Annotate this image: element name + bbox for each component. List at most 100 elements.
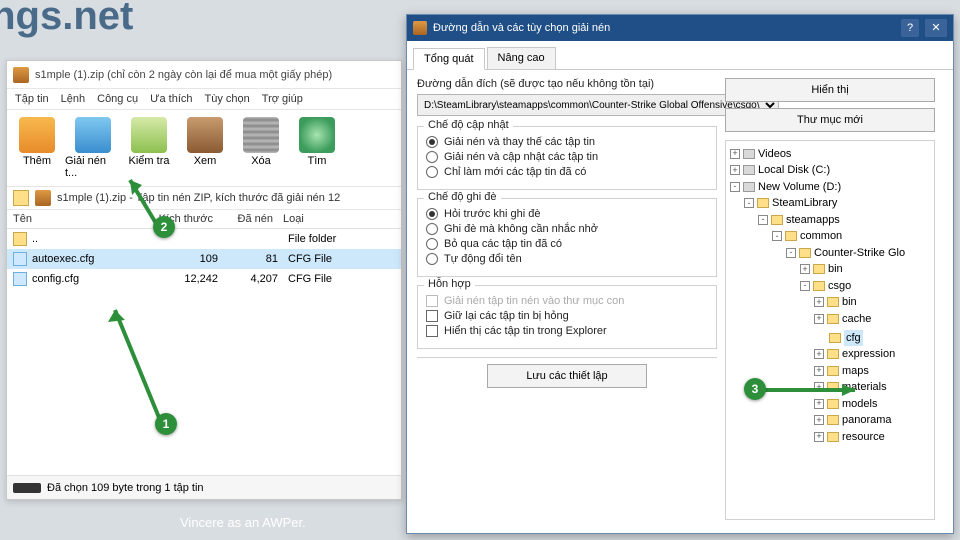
opt-update-update[interactable]: Giải nén và cập nhật các tập tin xyxy=(426,151,708,163)
dialog-right-pane: Hiển thị Thư mục mới + Videos+Local Disk … xyxy=(725,78,935,520)
tree-label: Videos xyxy=(758,146,791,162)
col-packed[interactable]: Đã nén xyxy=(213,213,273,225)
close-button[interactable]: ✕ xyxy=(925,19,947,37)
tree-node[interactable]: cfg xyxy=(728,327,932,346)
menu-commands[interactable]: Lệnh xyxy=(61,93,85,105)
opt-misc-broken[interactable]: Giữ lại các tập tin bị hỏng xyxy=(426,310,708,322)
file-row-autoexec[interactable]: autoexec.cfg 109 81 CFG File xyxy=(7,249,401,269)
folder-tree[interactable]: +Videos+Local Disk (C:)-New Volume (D:)-… xyxy=(725,140,935,520)
expand-icon[interactable]: + xyxy=(800,264,810,274)
tool-find[interactable]: Tìm xyxy=(289,114,345,182)
expand-icon[interactable]: - xyxy=(786,248,796,258)
tree-node[interactable]: + bin xyxy=(728,261,932,278)
tab-general[interactable]: Tổng quát xyxy=(413,48,485,70)
tool-view[interactable]: Xem xyxy=(177,114,233,182)
cell-type: CFG File xyxy=(278,253,395,265)
winrar-title-text: s1mple (1).zip (chỉ còn 2 ngày còn lại đ… xyxy=(35,69,332,81)
opt-over-skip[interactable]: Bỏ qua các tập tin đã có xyxy=(426,238,708,250)
help-button[interactable]: ? xyxy=(901,19,919,37)
badge-2: 2 xyxy=(153,216,175,238)
tree-node[interactable]: -SteamLibrary xyxy=(728,195,932,212)
menu-favorites[interactable]: Ưa thích xyxy=(150,93,192,105)
tool-extract[interactable]: Giải nén t... xyxy=(65,114,121,182)
drive-icon xyxy=(743,149,755,159)
tree-label: panorama xyxy=(842,412,892,428)
folder-icon xyxy=(827,399,839,409)
opt-update-replace[interactable]: Giải nén và thay thế các tập tin xyxy=(426,136,708,148)
tree-node[interactable]: -Counter-Strike Glo xyxy=(728,244,932,261)
menu-help[interactable]: Trợ giúp xyxy=(262,93,303,105)
tree-node[interactable]: +bin xyxy=(728,294,932,311)
save-settings-button[interactable]: Lưu các thiết lập xyxy=(487,364,647,388)
expand-icon[interactable]: - xyxy=(730,182,740,192)
expand-icon[interactable]: + xyxy=(814,415,824,425)
tree-node[interactable]: +expression xyxy=(728,346,932,363)
file-row-parent[interactable]: .. File folder xyxy=(7,229,401,249)
expand-icon[interactable]: - xyxy=(758,215,768,225)
dialog-title: Đường dẫn và các tùy chọn giải nén xyxy=(433,22,610,34)
menu-options[interactable]: Tùy chọn xyxy=(205,93,250,105)
radio-icon xyxy=(426,253,438,265)
radio-icon xyxy=(426,223,438,235)
tree-node[interactable]: -steamapps xyxy=(728,211,932,228)
opt-over-rename[interactable]: Tự động đổi tên xyxy=(426,253,708,265)
tree-node[interactable]: -New Volume (D:) xyxy=(728,178,932,195)
expand-icon[interactable]: + xyxy=(814,366,824,376)
tab-advanced[interactable]: Nâng cao xyxy=(487,47,556,69)
show-button[interactable]: Hiển thị xyxy=(725,78,935,102)
cell-name: autoexec.cfg xyxy=(32,253,148,265)
opt-update-fresh[interactable]: Chỉ làm mới các tập tin đã có xyxy=(426,166,708,178)
tool-add[interactable]: Thêm xyxy=(9,114,65,182)
expand-icon[interactable]: - xyxy=(800,281,810,291)
menu-file[interactable]: Tập tin xyxy=(15,93,49,105)
expand-icon[interactable]: + xyxy=(814,349,824,359)
tree-node[interactable]: +maps xyxy=(728,362,932,379)
tree-node[interactable]: -csgo xyxy=(728,277,932,294)
tree-node[interactable]: -common xyxy=(728,228,932,245)
menu-tools[interactable]: Công cụ xyxy=(97,93,138,105)
path-input[interactable] xyxy=(57,192,395,204)
tree-node[interactable]: +Local Disk (C:) xyxy=(728,162,932,179)
checkbox-icon xyxy=(426,325,438,337)
col-type[interactable]: Loại xyxy=(273,213,395,225)
folder-icon xyxy=(785,231,797,241)
winrar-statusbar: Đã chọn 109 byte trong 1 tập tin xyxy=(7,475,401,499)
new-folder-button[interactable]: Thư mục mới xyxy=(725,108,935,132)
expand-icon[interactable]: - xyxy=(772,231,782,241)
delete-icon xyxy=(243,117,279,153)
expand-icon[interactable]: - xyxy=(744,198,754,208)
tree-node[interactable]: + panorama xyxy=(728,412,932,429)
expand-icon[interactable]: + xyxy=(730,149,740,159)
expand-icon[interactable]: + xyxy=(814,382,824,392)
tool-delete[interactable]: Xóa xyxy=(233,114,289,182)
opt-over-noask[interactable]: Ghi đè mà không cần nhắc nhở xyxy=(426,223,708,235)
winrar-pathbar xyxy=(7,187,401,210)
extract-icon xyxy=(75,117,111,153)
tree-node[interactable]: +cache xyxy=(728,310,932,327)
cell-type: CFG File xyxy=(278,273,395,285)
expand-icon[interactable]: + xyxy=(814,314,824,324)
expand-icon[interactable]: + xyxy=(814,297,824,307)
folder-icon xyxy=(13,232,27,246)
opt-over-ask[interactable]: Hỏi trước khi ghi đè xyxy=(426,208,708,220)
test-icon xyxy=(131,117,167,153)
expand-icon[interactable]: + xyxy=(730,165,740,175)
opt-misc-explorer[interactable]: Hiển thị các tập tin trong Explorer xyxy=(426,325,708,337)
tree-label: bin xyxy=(828,261,843,277)
opt-label: Giải nén và cập nhật các tập tin xyxy=(444,151,598,163)
view-icon xyxy=(187,117,223,153)
tree-node[interactable]: + Videos xyxy=(728,145,932,162)
expand-icon[interactable]: + xyxy=(814,432,824,442)
file-row-config[interactable]: config.cfg 12,242 4,207 CFG File xyxy=(7,269,401,289)
opt-label: Tự động đổi tên xyxy=(444,253,522,265)
opt-misc-subfolder[interactable]: Giải nén tập tin nén vào thư mục con xyxy=(426,295,708,307)
expand-icon[interactable]: + xyxy=(814,399,824,409)
cell-size: 12,242 xyxy=(148,273,218,285)
up-folder-icon[interactable] xyxy=(13,190,29,206)
winrar-icon xyxy=(13,67,29,83)
tree-node[interactable]: +resource xyxy=(728,428,932,445)
col-name[interactable]: Tên xyxy=(13,213,143,225)
folder-icon xyxy=(827,432,839,442)
folder-icon xyxy=(757,198,769,208)
tool-test[interactable]: Kiểm tra xyxy=(121,114,177,182)
